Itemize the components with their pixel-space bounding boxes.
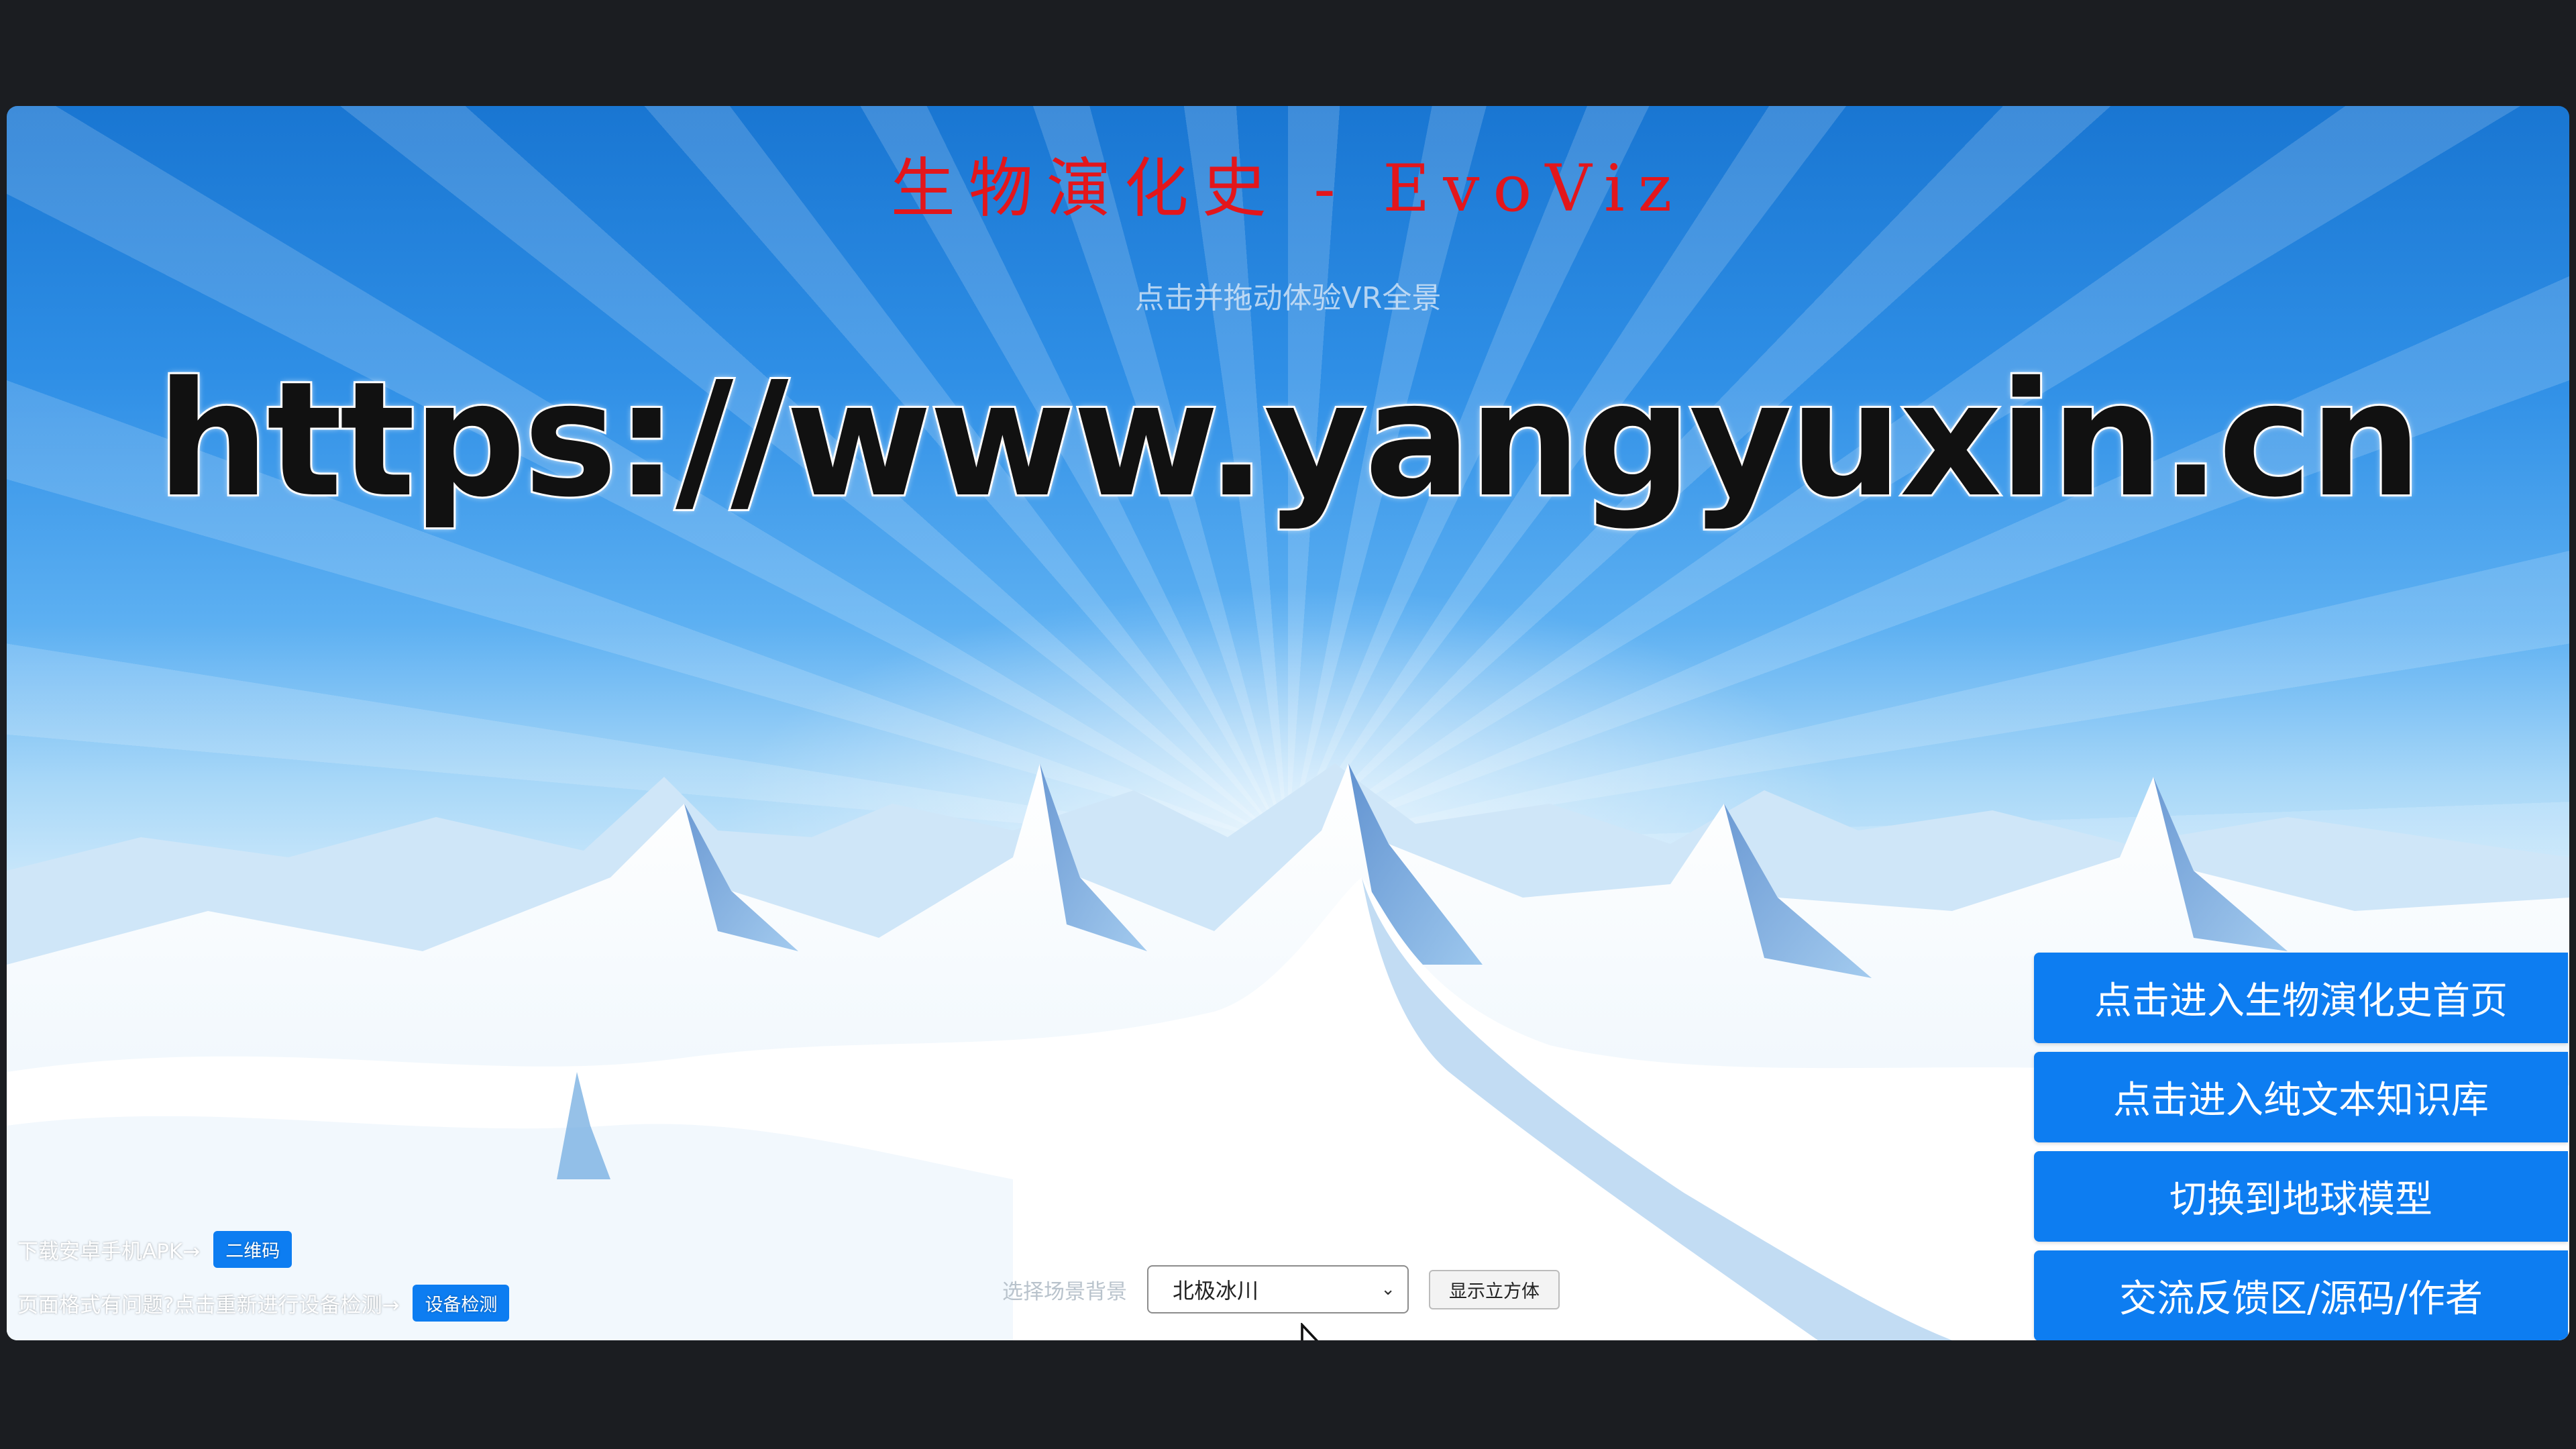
page-title: 生物演化史 - EvoViz — [890, 151, 1686, 226]
device-check-row: 页面格式有问题?点击重新进行设备检测→ 设备检测 — [17, 1285, 510, 1322]
enter-homepage-button[interactable]: 点击进入生物演化史首页 — [2034, 953, 2568, 1043]
scene-select[interactable]: 北极冰川 ⌄ — [1147, 1265, 1409, 1313]
show-cube-button[interactable]: 显示立方体 — [1429, 1269, 1560, 1309]
panorama-viewport[interactable]: 生物演化史 - EvoViz 点击并拖动体验VR全景 https://www.y… — [7, 106, 2569, 1340]
url-watermark: https://www.yangyuxin.cn — [154, 345, 2424, 534]
device-detect-button[interactable]: 设备检测 — [413, 1285, 510, 1322]
scene-label: 选择场景背景 — [1002, 1279, 1127, 1304]
format-issue-text: 页面格式有问题?点击重新进行设备检测→ — [17, 1293, 400, 1318]
page-subtitle: 点击并拖动体验VR全景 — [1134, 281, 1442, 315]
scene-selector-bar: 选择场景背景 北极冰川 ⌄ 显示立方体 — [1002, 1265, 1560, 1313]
scene-select-value: 北极冰川 — [1173, 1278, 1259, 1303]
chevron-down-icon: ⌄ — [1381, 1279, 1395, 1299]
side-menu: 点击进入生物演化史首页 点击进入纯文本知识库 切换到地球模型 交流反馈区/源码/… — [2034, 953, 2568, 1340]
enter-knowledge-base-button[interactable]: 点击进入纯文本知识库 — [2034, 1052, 2568, 1142]
mouse-cursor-icon — [1301, 1323, 1319, 1340]
feedback-source-author-button[interactable]: 交流反馈区/源码/作者 — [2034, 1250, 2568, 1340]
apk-download-row: 下载安卓手机APK→ 二维码 — [17, 1231, 292, 1268]
switch-earth-model-button[interactable]: 切换到地球模型 — [2034, 1151, 2568, 1242]
apk-download-text: 下载安卓手机APK→ — [17, 1240, 201, 1264]
qr-code-button[interactable]: 二维码 — [213, 1231, 292, 1268]
